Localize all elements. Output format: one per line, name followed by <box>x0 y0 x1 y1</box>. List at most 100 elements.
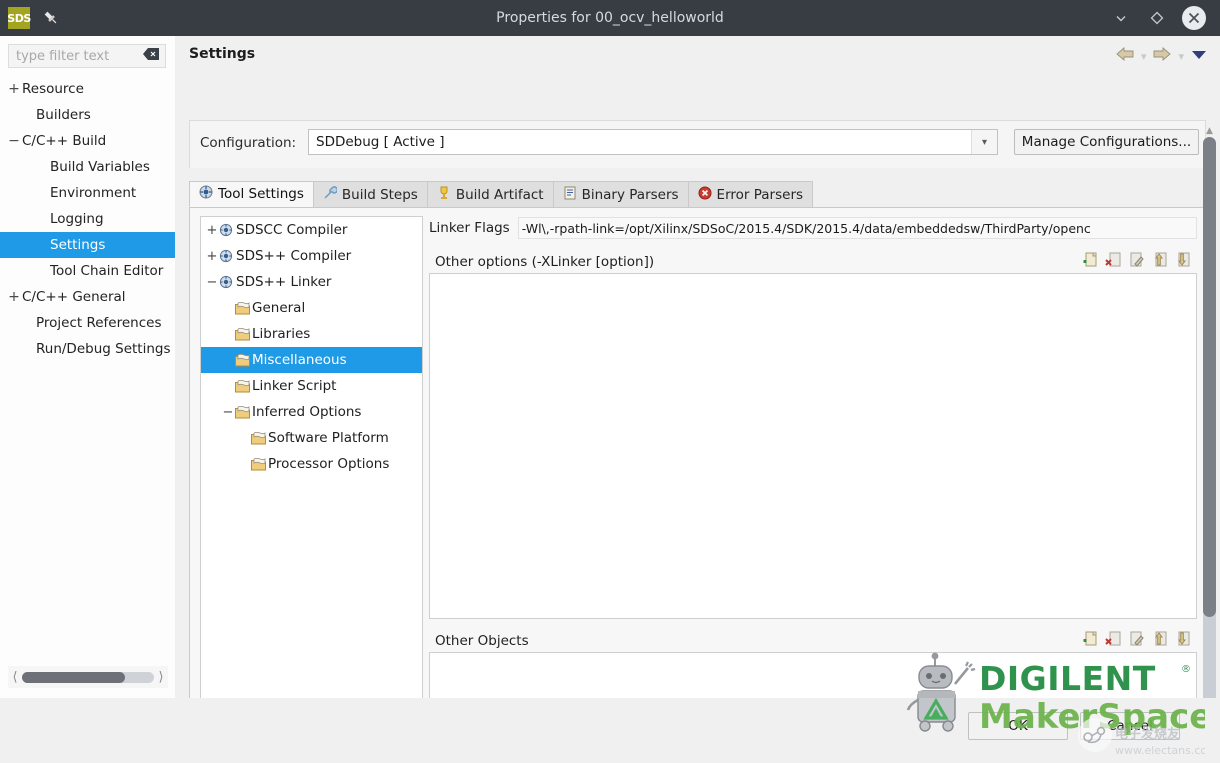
folder-flag-icon <box>235 406 250 419</box>
move-down-icon[interactable] <box>1174 631 1191 650</box>
tool-gear-icon <box>219 249 233 263</box>
back-menu-chevron-down-icon[interactable]: ▾ <box>1141 50 1147 63</box>
tab-binary-parsers[interactable]: Binary Parsers <box>553 181 689 207</box>
arrow-forward-icon[interactable] <box>1152 46 1172 66</box>
tool-tree-label: Libraries <box>252 326 310 342</box>
sidebar-item-build-variables[interactable]: Build Variables <box>0 154 175 180</box>
chevron-up-icon[interactable]: ▲ <box>1203 124 1216 137</box>
collapse-icon[interactable]: − <box>205 275 219 290</box>
wrench-icon <box>323 186 337 204</box>
expand-icon[interactable]: + <box>6 81 22 97</box>
add-item-icon[interactable] <box>1082 252 1099 271</box>
sidebar-item-label: C/C++ General <box>22 289 126 305</box>
other-objects-toolbar[interactable] <box>1082 631 1191 650</box>
app-badge-sds: SDS <box>8 7 30 29</box>
tool-tree-item-inferred-options[interactable]: −Inferred Options <box>201 399 422 425</box>
folder-flag-icon <box>251 432 266 445</box>
minimize-button[interactable] <box>1110 7 1132 29</box>
cancel-button[interactable]: Cancel <box>1080 712 1180 740</box>
tool-tree-item-miscellaneous[interactable]: Miscellaneous <box>201 347 422 373</box>
delete-item-icon[interactable] <box>1105 631 1122 650</box>
tab-error-parsers[interactable]: Error Parsers <box>688 181 813 207</box>
sidebar-item-environment[interactable]: Environment <box>0 180 175 206</box>
expand-icon[interactable]: + <box>6 289 22 305</box>
sidebar-item-resource[interactable]: +Resource <box>0 76 175 102</box>
sidebar-item-logging[interactable]: Logging <box>0 206 175 232</box>
folder-flag-icon <box>235 380 250 393</box>
nav-horizontal-scrollbar[interactable]: ⟨ ⟩ <box>8 666 168 688</box>
tool-tree-item-sds-linker[interactable]: −SDS++ Linker <box>201 269 422 295</box>
vscroll-thumb[interactable] <box>1203 137 1216 617</box>
page-vertical-scrollbar[interactable]: ▲ <box>1203 124 1216 728</box>
tool-tree-label: Linker Script <box>252 378 336 394</box>
tool-tree-item-software-platform[interactable]: Software Platform <box>201 425 422 451</box>
edit-item-icon[interactable] <box>1128 252 1145 271</box>
backspace-clear-icon[interactable] <box>143 48 159 64</box>
delete-item-icon[interactable] <box>1105 252 1122 271</box>
forward-menu-chevron-down-icon[interactable]: ▾ <box>1178 50 1184 63</box>
sidebar-item-c-c-general[interactable]: +C/C++ General <box>0 284 175 310</box>
close-button[interactable] <box>1182 6 1206 30</box>
collapse-icon[interactable]: − <box>6 133 22 149</box>
other-options-toolbar[interactable] <box>1082 252 1191 271</box>
tool-tree-item-linker-script[interactable]: Linker Script <box>201 373 422 399</box>
tab-label: Error Parsers <box>717 187 803 203</box>
tool-tree-item-sds-compiler[interactable]: +SDS++ Compiler <box>201 243 422 269</box>
sidebar-item-label: Resource <box>22 81 84 97</box>
pin-icon[interactable] <box>42 9 60 27</box>
sidebar-item-tool-chain-editor[interactable]: Tool Chain Editor <box>0 258 175 284</box>
settings-nav-pane: type filter text +ResourceBuilders−C/C++… <box>0 36 175 698</box>
chevron-right-icon[interactable]: ⟩ <box>154 670 168 685</box>
linker-flags-input[interactable]: -Wl\,-rpath-link=/opt/Xilinx/SDSoC/2015.… <box>518 217 1197 239</box>
linker-flags-row: Linker Flags -Wl\,-rpath-link=/opt/Xilin… <box>429 216 1197 240</box>
tool-tree-item-processor-options[interactable]: Processor Options <box>201 451 422 477</box>
configuration-label: Configuration: <box>200 135 296 151</box>
settings-nav-tree[interactable]: +ResourceBuilders−C/C++ BuildBuild Varia… <box>0 76 175 362</box>
scroll-thumb[interactable] <box>22 672 125 683</box>
sidebar-item-builders[interactable]: Builders <box>0 102 175 128</box>
tool-settings-content: +SDSCC Compiler+SDS++ Compiler−SDS++ Lin… <box>189 208 1206 728</box>
filter-input[interactable]: type filter text <box>8 44 166 68</box>
tool-chain-tree[interactable]: +SDSCC Compiler+SDS++ Compiler−SDS++ Lin… <box>200 216 423 718</box>
dialog-footer: OK Cancel <box>0 698 1220 763</box>
other-options-group: Other options (-XLinker [option]) <box>429 250 1197 619</box>
collapse-icon[interactable]: − <box>221 405 235 420</box>
sidebar-item-c-c-build[interactable]: −C/C++ Build <box>0 128 175 154</box>
sidebar-item-settings[interactable]: Settings <box>0 232 175 258</box>
tool-tree-item-sdscc-compiler[interactable]: +SDSCC Compiler <box>201 217 422 243</box>
move-up-icon[interactable] <box>1151 631 1168 650</box>
tool-settings-icon <box>199 185 213 203</box>
add-item-icon[interactable] <box>1082 631 1099 650</box>
chevron-down-icon[interactable]: ▾ <box>971 130 997 154</box>
tool-tabs[interactable]: Tool SettingsBuild StepsBuild ArtifactBi… <box>189 182 1206 208</box>
move-down-icon[interactable] <box>1174 252 1191 271</box>
expand-icon[interactable]: + <box>205 223 219 238</box>
ok-button[interactable]: OK <box>968 712 1068 740</box>
edit-item-icon[interactable] <box>1128 631 1145 650</box>
tab-tool-settings[interactable]: Tool Settings <box>189 181 314 207</box>
properties-dialog: SDS Properties for 00_ocv_helloworld <box>0 0 1220 763</box>
trophy-icon <box>437 186 451 204</box>
manage-configurations-button[interactable]: Manage Configurations... <box>1014 129 1199 155</box>
move-up-icon[interactable] <box>1151 252 1168 271</box>
tool-tree-item-libraries[interactable]: Libraries <box>201 321 422 347</box>
vscroll-track[interactable] <box>1203 137 1216 715</box>
tab-build-steps[interactable]: Build Steps <box>313 181 428 207</box>
other-options-list[interactable] <box>429 274 1197 619</box>
configuration-select[interactable]: SDDebug [ Active ] ▾ <box>308 129 998 155</box>
maximize-button[interactable] <box>1146 7 1168 29</box>
tool-tree-item-general[interactable]: General <box>201 295 422 321</box>
folder-flag-icon <box>235 328 250 341</box>
tab-build-artifact[interactable]: Build Artifact <box>427 181 554 207</box>
arrow-back-icon[interactable] <box>1115 46 1135 66</box>
page-nav-buttons: ▾ ▾ <box>1115 46 1208 66</box>
sidebar-item-run-debug-settings[interactable]: Run/Debug Settings <box>0 336 175 362</box>
sidebar-item-project-references[interactable]: Project References <box>0 310 175 336</box>
chevron-left-icon[interactable]: ⟨ <box>8 670 22 685</box>
expand-icon[interactable]: + <box>205 249 219 264</box>
scroll-track[interactable] <box>22 672 154 683</box>
tool-gear-icon <box>219 275 233 289</box>
window-controls <box>1110 6 1220 30</box>
view-menu-triangle-down-icon[interactable] <box>1190 47 1208 65</box>
tool-tree-label: Miscellaneous <box>252 352 347 368</box>
